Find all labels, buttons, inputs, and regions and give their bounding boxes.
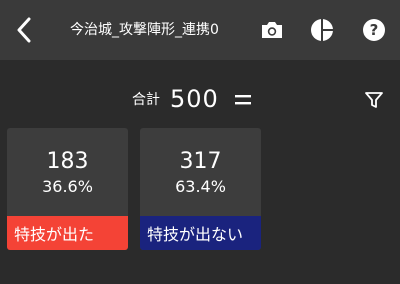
help-icon: ? xyxy=(363,19,385,41)
card-percent: 36.6% xyxy=(42,177,93,196)
card-count: 183 xyxy=(46,149,89,174)
card-label: 特技が出ない xyxy=(140,216,261,250)
app-header: 今治城_攻撃陣形_連携0 ? xyxy=(0,0,400,60)
card-label: 特技が出た xyxy=(7,216,128,250)
equals-icon xyxy=(235,95,251,105)
camera-icon xyxy=(262,22,282,38)
svg-text:?: ? xyxy=(370,21,379,39)
help-button[interactable]: ? xyxy=(359,15,389,45)
camera-button[interactable] xyxy=(257,15,287,45)
card-percent: 63.4% xyxy=(175,177,226,196)
filter-button[interactable] xyxy=(362,88,386,112)
page-title: 今治城_攻撃陣形_連携0 xyxy=(70,22,219,38)
result-card-success[interactable]: 183 36.6% 特技が出た xyxy=(7,128,128,250)
total-label: 合計 xyxy=(132,92,160,108)
pie-chart-icon xyxy=(311,19,333,41)
total-value: 500 xyxy=(170,85,219,113)
back-chevron-icon xyxy=(17,17,31,43)
chart-button[interactable] xyxy=(307,15,337,45)
card-count: 317 xyxy=(179,149,222,174)
result-card-failure[interactable]: 317 63.4% 特技が出ない xyxy=(140,128,261,250)
back-button[interactable] xyxy=(10,14,38,46)
summary-bar: 合計 500 xyxy=(0,80,400,120)
filter-icon xyxy=(365,92,383,108)
